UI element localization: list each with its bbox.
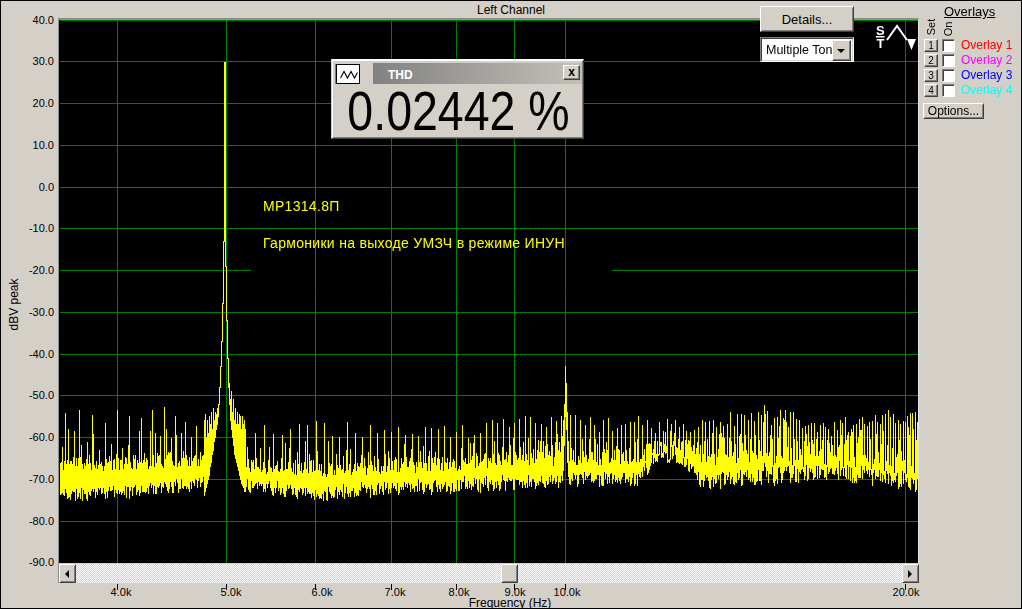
y-tick-label: 0.0 (4, 181, 54, 193)
overlay-row: 2 Overlay 2 (924, 54, 1022, 68)
scroll-right-button[interactable] (902, 564, 919, 583)
y-tick-label: -80.0 (4, 515, 54, 527)
overlay-label: Overlay 2 (961, 54, 1012, 67)
signal-type-combo[interactable]: Multiple Ton (760, 37, 854, 62)
overlay-set-button[interactable]: 2 (924, 54, 938, 67)
x-tick-mark (226, 584, 227, 590)
overlay-on-checkbox[interactable] (942, 39, 955, 52)
combo-dropdown-button[interactable] (832, 40, 851, 61)
y-tick-label: 30.0 (4, 55, 54, 67)
overlay-on-checkbox[interactable] (942, 84, 955, 97)
overlays-heading: Overlays (944, 4, 995, 19)
plot-title: Left Channel (0, 3, 1022, 17)
y-tick-label: 40.0 (4, 14, 54, 26)
overlay-set-button[interactable]: 3 (924, 69, 938, 82)
y-tick-label: -50.0 (4, 389, 54, 401)
overlay-set-button[interactable]: 4 (924, 84, 938, 97)
y-tick-label: -30.0 (4, 306, 54, 318)
details-button[interactable]: Details... (760, 6, 854, 32)
overlay-on-checkbox[interactable] (942, 54, 955, 67)
y-tick-label: -90.0 (4, 556, 54, 568)
y-tick-label: 20.0 (4, 97, 54, 109)
x-tick-mark (565, 584, 566, 590)
y-tick-label: 10.0 (4, 139, 54, 151)
signal-type-icon: S T (874, 23, 918, 51)
horizontal-scrollbar[interactable] (59, 564, 919, 583)
overlay-label: Overlay 1 (961, 39, 1012, 52)
x-tick-mark (315, 584, 316, 590)
overlay-row: 3 Overlay 3 (924, 69, 1022, 83)
scrollbar-thumb[interactable] (501, 564, 518, 583)
signal-type-combo-value: Multiple Ton (766, 43, 832, 57)
y-tick-label: -60.0 (4, 431, 54, 443)
thd-dialog: THD x 0.02442 % (331, 59, 584, 139)
overlay-row: 1 Overlay 1 (924, 39, 1022, 53)
y-tick-label: -40.0 (4, 348, 54, 360)
overlays-col-on: On (942, 20, 954, 38)
x-tick-mark (117, 584, 118, 590)
overlay-on-checkbox[interactable] (942, 69, 955, 82)
x-tick-mark (514, 584, 515, 590)
y-tick-label: -20.0 (4, 264, 54, 276)
x-tick-mark (456, 584, 457, 590)
x-tick-mark (391, 584, 392, 590)
x-axis-label: Frequency (Hz) (0, 596, 1020, 609)
scroll-left-arrow-icon (65, 570, 69, 578)
overlay-set-button[interactable]: 1 (924, 39, 938, 52)
annotation-line1: МР1314.8П (263, 198, 340, 214)
overlays-col-set: Set (925, 16, 937, 38)
scroll-left-button[interactable] (59, 564, 76, 583)
overlay-label: Overlay 3 (961, 69, 1012, 82)
overlay-row: 4 Overlay 4 (924, 84, 1022, 98)
y-tick-label: -70.0 (4, 473, 54, 485)
overlay-label: Overlay 4 (961, 84, 1012, 97)
scroll-right-arrow-icon (908, 570, 912, 578)
svg-text:T: T (877, 36, 885, 51)
annotation-line2: Гармоники на выходе УМЗЧ в режиме ИНУН (263, 235, 565, 251)
x-tick-mark (905, 584, 906, 590)
overlay-options-button[interactable]: Options... (923, 103, 984, 119)
y-tick-label: -10.0 (4, 222, 54, 234)
chevron-down-icon (837, 49, 845, 53)
thd-value: 0.02442 % (354, 86, 564, 134)
